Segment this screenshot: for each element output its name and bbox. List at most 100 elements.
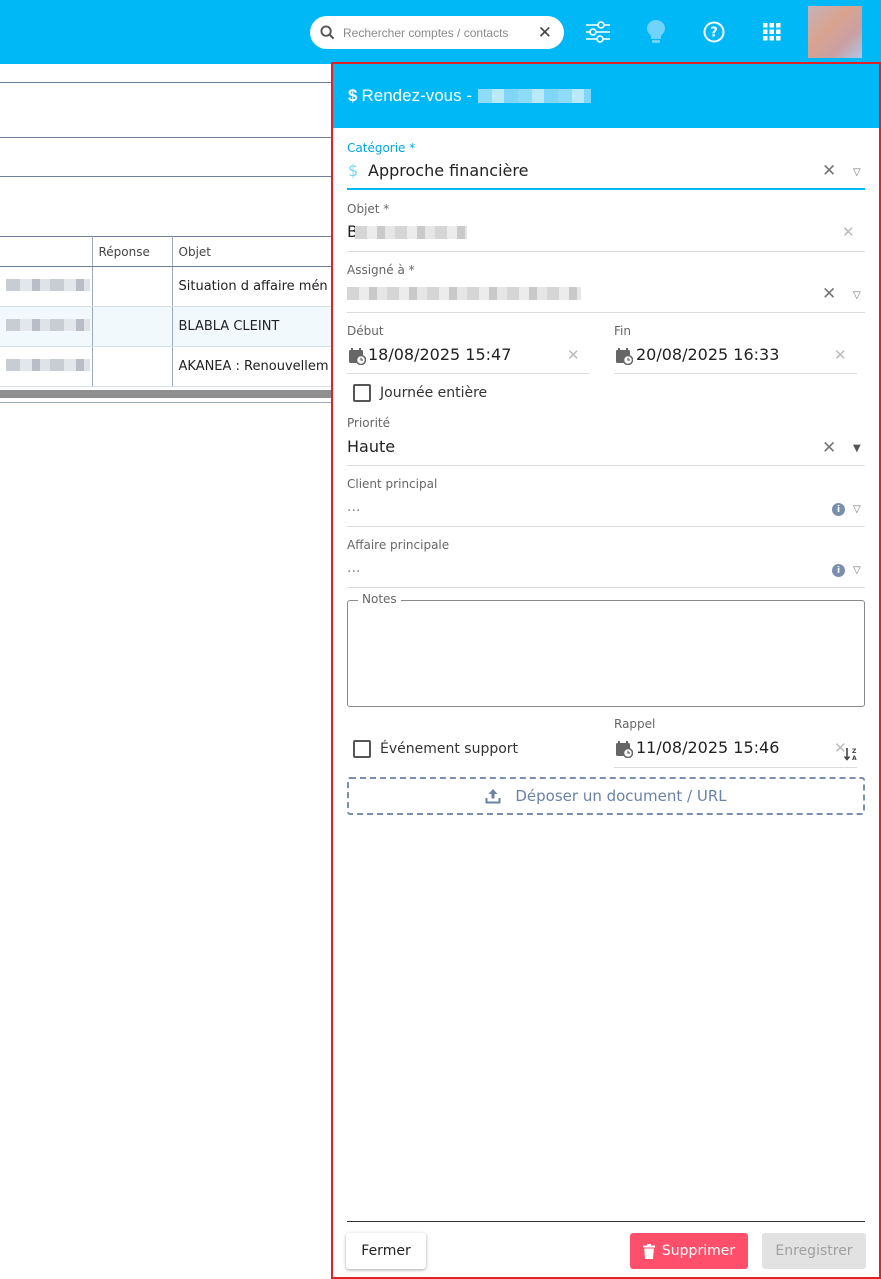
dropzone-label: Déposer un document / URL [515, 787, 727, 805]
categorie-label: Catégorie * [347, 141, 416, 155]
chevron-down-icon[interactable]: ▽ [853, 167, 861, 178]
save-button-label: Enregistrer [775, 1243, 853, 1259]
grid-cell [0, 306, 93, 347]
chevron-down-icon[interactable]: ▼ [853, 443, 861, 454]
document-dropzone[interactable]: Déposer un document / URL [347, 777, 865, 815]
chevron-down-icon[interactable]: ▽ [853, 565, 861, 576]
grid-cell [92, 306, 173, 347]
global-search[interactable]: Rechercher comptes / contacts ✕ [310, 16, 564, 49]
redacted-text [6, 318, 90, 331]
apps-grid-icon[interactable] [758, 18, 786, 46]
rappel-label: Rappel [614, 717, 656, 731]
divider [0, 176, 333, 177]
objet-field[interactable]: Objet * B ✕ [347, 202, 865, 252]
column-header-reponse[interactable]: Réponse [92, 236, 173, 267]
save-button[interactable]: Enregistrer [762, 1233, 866, 1269]
notes-textarea[interactable]: Notes [347, 592, 865, 707]
calendar-clock-icon [349, 348, 366, 365]
close-button[interactable]: Fermer [346, 1233, 426, 1269]
rappel-value: 11/08/2025 15:46 [636, 738, 780, 757]
grid-cell [0, 266, 93, 307]
client-principal-input[interactable]: ... [347, 499, 360, 515]
svg-text:A: A [852, 755, 857, 762]
chevron-down-icon[interactable]: ▽ [853, 504, 861, 515]
search-input[interactable]: Rechercher comptes / contacts [343, 26, 538, 40]
grid-cell-objet: Situation d affaire mén [172, 266, 334, 307]
appointment-panel: $ Rendez-vous - Catégorie * $ Approche f… [331, 62, 881, 1279]
debut-value: 18/08/2025 15:47 [368, 345, 512, 364]
fin-field[interactable]: Fin 20/08/2025 16:33 ✕ [614, 324, 857, 374]
trash-icon [642, 1243, 655, 1259]
clear-icon[interactable]: ✕ [842, 223, 855, 241]
clear-icon[interactable]: ✕ [822, 284, 836, 304]
column-header[interactable] [0, 236, 93, 267]
priorite-field[interactable]: Priorité Haute ✕ ▼ [347, 416, 865, 466]
evenement-support-checkbox[interactable] [353, 740, 371, 758]
grid-cell-objet: BLABLA CLEINT [172, 306, 334, 347]
grid-header-row: Réponse Objet [0, 236, 334, 267]
journee-entiere-checkbox[interactable] [353, 384, 371, 402]
close-icon[interactable]: ✕ [538, 23, 552, 43]
help-icon[interactable]: ? [700, 18, 728, 46]
priorite-value: Haute [347, 437, 396, 456]
affaire-principale-field[interactable]: Affaire principale ... i ▽ [347, 538, 865, 588]
divider [0, 82, 333, 83]
redacted-text [347, 287, 581, 300]
svg-text:?: ? [710, 26, 718, 41]
redacted-text [6, 358, 90, 371]
info-icon[interactable]: i [832, 503, 845, 516]
close-button-label: Fermer [361, 1243, 411, 1259]
grid-cell [92, 266, 173, 307]
upload-icon [485, 789, 501, 804]
debut-field[interactable]: Début 18/08/2025 15:47 ✕ [347, 324, 589, 374]
affaire-principale-input[interactable]: ... [347, 560, 360, 576]
client-principal-field[interactable]: Client principal ... i ▽ [347, 477, 865, 527]
delete-button[interactable]: Supprimer [630, 1233, 748, 1269]
client-principal-label: Client principal [347, 477, 438, 491]
dollar-icon: $ [348, 161, 359, 180]
redacted-text [355, 226, 467, 239]
assigne-field[interactable]: Assigné à * ✕ ▽ [347, 263, 865, 313]
lightbulb-icon[interactable] [642, 18, 670, 46]
footer-divider [347, 1221, 865, 1222]
fin-label: Fin [614, 324, 631, 338]
objet-label: Objet * [347, 202, 390, 216]
clear-icon[interactable]: ✕ [822, 438, 836, 458]
assigne-label: Assigné à * [347, 263, 415, 277]
notes-label: Notes [358, 592, 401, 606]
data-grid: Réponse Objet Situation d affaire mén BL… [0, 236, 334, 387]
redacted-text [6, 278, 90, 291]
delete-button-label: Supprimer [661, 1243, 736, 1259]
clear-icon[interactable]: ✕ [822, 161, 836, 181]
grid-cell [0, 346, 93, 387]
horizontal-scrollbar[interactable] [0, 390, 333, 398]
dollar-icon: $ [348, 86, 358, 105]
rappel-field[interactable]: Rappel 11/08/2025 15:46 ✕ Z A [614, 717, 857, 768]
avatar[interactable] [808, 6, 862, 58]
info-icon[interactable]: i [832, 564, 845, 577]
journee-entiere-label: Journée entière [380, 385, 488, 401]
top-bar: Rechercher comptes / contacts ✕ ? [0, 0, 881, 64]
sliders-icon[interactable] [584, 18, 612, 46]
table-row[interactable]: AKANEA : Renouvellem [0, 346, 334, 387]
clear-icon[interactable]: ✕ [834, 346, 847, 364]
sort-icon[interactable]: Z A [843, 746, 859, 762]
categorie-field[interactable]: Catégorie * $ Approche financière ✕ ▽ [347, 141, 865, 190]
svg-text:Z: Z [852, 748, 857, 755]
clear-icon[interactable]: ✕ [567, 346, 580, 364]
table-row[interactable]: BLABLA CLEINT [0, 306, 334, 347]
search-icon [320, 25, 335, 40]
redacted-text [478, 89, 592, 103]
column-header-objet[interactable]: Objet [172, 236, 334, 267]
affaire-principale-label: Affaire principale [347, 538, 450, 552]
divider [0, 402, 333, 403]
calendar-clock-icon [616, 348, 633, 365]
categorie-value: Approche financière [368, 161, 529, 180]
divider [0, 137, 333, 138]
fin-value: 20/08/2025 16:33 [636, 345, 780, 364]
evenement-support-label: Événement support [380, 741, 519, 757]
grid-cell-objet: AKANEA : Renouvellem [172, 346, 334, 387]
chevron-down-icon[interactable]: ▽ [853, 290, 861, 301]
table-row[interactable]: Situation d affaire mén [0, 266, 334, 307]
priorite-label: Priorité [347, 416, 390, 430]
